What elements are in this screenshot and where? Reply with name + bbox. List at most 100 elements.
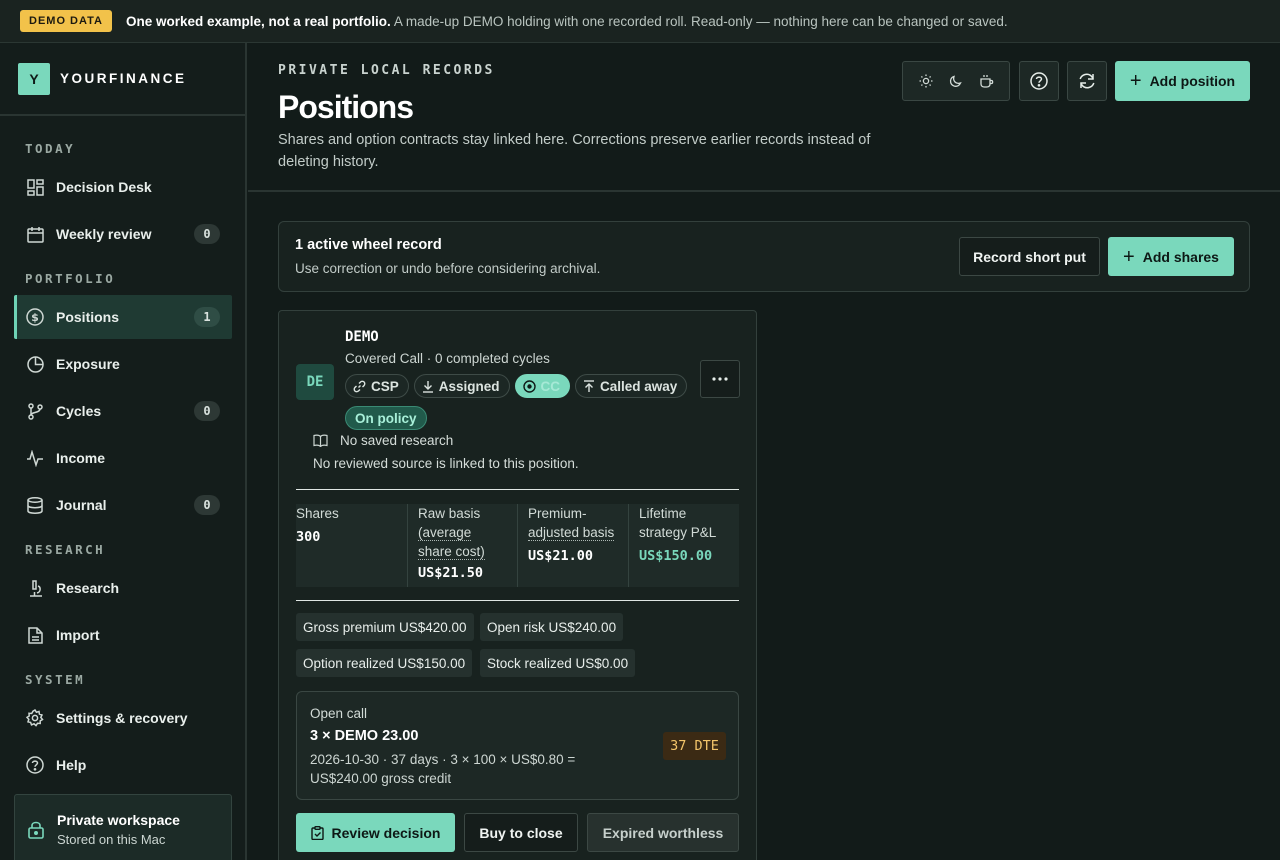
stage-label: Assigned — [438, 378, 500, 394]
open-call-title: 3 × DEMO 23.00 — [310, 728, 419, 744]
sidebar-item-cycles[interactable]: Cycles 0 — [14, 389, 232, 433]
sidebar-item-decision-desk[interactable]: Decision Desk — [14, 165, 232, 209]
banner-text: A made-up DEMO holding with one recorded… — [393, 13, 1008, 29]
help-icon — [26, 756, 44, 774]
svg-text:$: $ — [31, 311, 39, 324]
nav-count-badge: 0 — [194, 224, 220, 244]
metric-label-underlined[interactable]: adjusted basis — [528, 525, 615, 541]
sidebar-item-research[interactable]: Research — [14, 566, 232, 610]
ticker-symbol: DEMO — [345, 329, 379, 345]
metric-value: 300 — [296, 529, 321, 545]
metric-lifetime-pnl: Lifetime strategy P&L US$150.00 — [628, 504, 739, 587]
page-header: PRIVATE LOCAL RECORDS Positions Shares a… — [248, 43, 1280, 192]
sidebar-item-label: Journal — [56, 497, 107, 513]
stage-chip-called-away[interactable]: Called away — [575, 374, 688, 398]
sidebar-item-label: Positions — [56, 309, 120, 325]
sidebar-item-import[interactable]: Import — [14, 613, 232, 657]
demo-badge: DEMO DATA — [20, 10, 112, 32]
add-position-label: Add position — [1149, 73, 1236, 89]
metric-label: Lifetime strategy P&L — [639, 506, 717, 540]
metric-label-underlined[interactable]: (average share cost) — [418, 525, 485, 560]
sidebar-item-weekly-review[interactable]: Weekly review 0 — [14, 212, 232, 256]
summary-title: 1 active wheel record — [295, 237, 442, 253]
review-decision-button[interactable]: Review decision — [296, 813, 455, 852]
page-eyebrow: PRIVATE LOCAL RECORDS — [278, 63, 495, 78]
target-icon — [522, 379, 536, 393]
strategy-summary: Covered Call · 0 completed cycles — [345, 351, 550, 366]
review-decision-label: Review decision — [331, 824, 441, 841]
nav-count-badge: 0 — [194, 495, 220, 515]
open-risk-pill: Open risk US$240.00 — [480, 613, 624, 641]
sidebar-item-label: Cycles — [56, 403, 102, 419]
metric-label-top: Raw basis — [418, 506, 481, 521]
moon-icon[interactable] — [945, 70, 967, 92]
stage-chip-cc[interactable]: CC — [514, 374, 571, 398]
sidebar-item-exposure[interactable]: Exposure — [14, 342, 232, 386]
sidebar-item-label: Help — [56, 757, 87, 773]
position-card: DE DEMO Covered Call · 0 completed cycle… — [278, 310, 757, 860]
metric-shares: Shares 300 — [296, 504, 407, 587]
nav-section-research: RESEARCH — [25, 542, 106, 557]
policy-status-badge: On policy — [345, 406, 427, 430]
stage-chip-assigned[interactable]: Assigned — [413, 374, 510, 398]
dte-badge: 37 DTE — [663, 732, 726, 760]
grid-icon — [26, 178, 44, 196]
help-icon — [1030, 72, 1048, 90]
open-call-panel: Open call 3 × DEMO 23.00 2026-10-30 · 37… — [296, 691, 739, 800]
buy-to-close-button[interactable]: Buy to close — [464, 813, 578, 852]
book-icon — [313, 434, 328, 447]
sidebar-item-label: Exposure — [56, 356, 120, 372]
coffee-icon[interactable] — [975, 70, 997, 92]
open-call-detail: 2026-10-30 · 37 days · 3 × 100 × US$0.80… — [310, 752, 576, 786]
sun-icon[interactable] — [915, 70, 937, 92]
add-position-button[interactable]: + Add position — [1115, 61, 1250, 101]
stage-label: Called away — [600, 378, 678, 394]
sidebar-item-help[interactable]: Help — [14, 743, 232, 787]
sidebar-item-label: Weekly review — [56, 226, 152, 242]
stage-chip-csp[interactable]: CSP — [345, 374, 409, 398]
sidebar-item-label: Decision Desk — [56, 179, 152, 195]
branch-icon — [26, 402, 44, 420]
file-icon — [26, 626, 44, 644]
metric-premium-adjusted-basis: Premium- adjusted basis US$21.00 — [517, 504, 628, 587]
record-short-put-button[interactable]: Record short put — [959, 237, 1100, 276]
sidebar-item-positions[interactable]: $ Positions 1 — [14, 295, 232, 339]
stage-label: CSP — [371, 378, 399, 394]
open-call-label: Open call — [310, 706, 368, 721]
more-actions-button[interactable] — [700, 360, 740, 398]
brand-logo: Y — [18, 62, 50, 95]
refresh-icon — [1078, 72, 1096, 90]
brand-name: YOURFINANCE — [60, 71, 187, 86]
brand[interactable]: Y YOURFINANCE — [0, 43, 245, 116]
link-icon — [353, 380, 366, 393]
plus-icon: + — [1123, 245, 1135, 268]
summary-subtitle: Use correction or undo before considerin… — [295, 261, 601, 276]
main-content: PRIVATE LOCAL RECORDS Positions Shares a… — [248, 43, 1280, 860]
refresh-button[interactable] — [1067, 61, 1107, 101]
pie-icon — [26, 355, 44, 373]
sidebar-item-income[interactable]: Income — [14, 436, 232, 480]
workspace-subtitle: Stored on this Mac — [57, 831, 166, 847]
upload-icon — [583, 379, 595, 393]
nav-section-today: TODAY — [25, 141, 76, 156]
divider — [296, 489, 739, 490]
ticker-avatar: DE — [296, 364, 334, 400]
pulse-icon — [26, 449, 44, 467]
page-title: Positions — [278, 89, 414, 125]
help-button[interactable] — [1019, 61, 1059, 101]
metric-value: US$150.00 — [639, 548, 713, 564]
research-status: No saved research — [313, 433, 453, 448]
metric-label: Raw basis (average share cost) — [418, 504, 507, 561]
expired-worthless-button[interactable]: Expired worthless — [587, 813, 739, 852]
add-shares-label: Add shares — [1142, 248, 1219, 265]
wheel-stage-chips: CSP Assigned CC Called away — [345, 374, 688, 398]
sidebar-item-settings[interactable]: Settings & recovery — [14, 696, 232, 740]
add-shares-button[interactable]: + Add shares — [1108, 237, 1234, 276]
database-icon — [26, 496, 44, 514]
theme-switcher — [902, 61, 1010, 101]
demo-banner: DEMO DATA One worked example, not a real… — [0, 0, 1280, 43]
more-icon — [712, 377, 728, 381]
private-workspace-panel: Private workspace Stored on this Mac — [14, 794, 232, 860]
sidebar-item-journal[interactable]: Journal 0 — [14, 483, 232, 527]
download-icon — [422, 380, 434, 393]
